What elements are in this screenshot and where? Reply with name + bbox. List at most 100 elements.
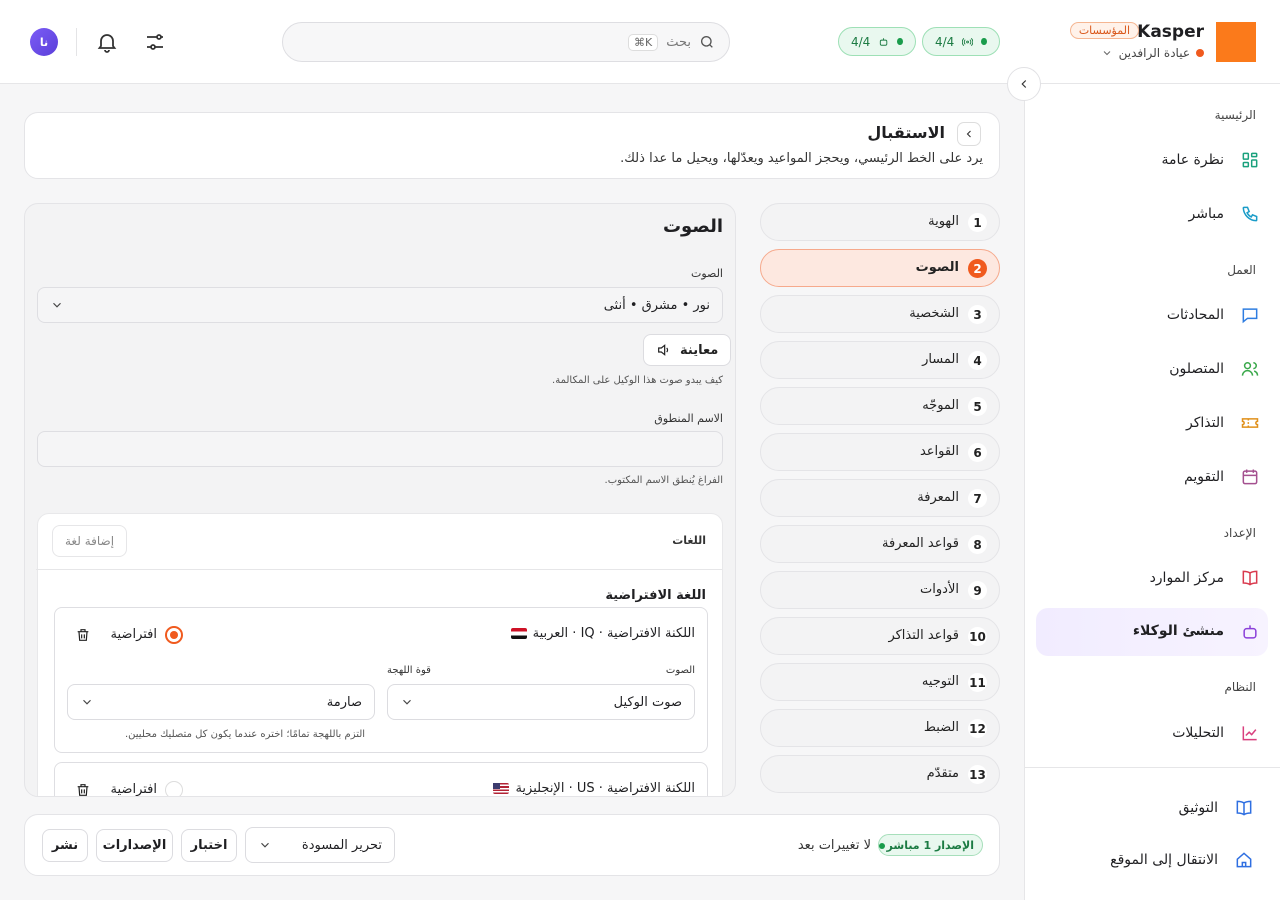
sidebar-item-docs[interactable]: التوثيق (1036, 786, 1268, 830)
row-voice-label: الصوت (665, 665, 695, 676)
plan-badge: المؤسسات (1069, 22, 1139, 39)
agents-stat[interactable]: 4/4 (838, 27, 916, 56)
preview-label: معاينة (680, 342, 719, 358)
notifications-button[interactable] (95, 30, 119, 54)
sidebar-item-live[interactable]: مباشر (1036, 192, 1268, 236)
sidebar-item-label: المتصلون (1169, 361, 1224, 377)
brand-logo[interactable] (1216, 22, 1256, 62)
step-label: الهوية (928, 214, 959, 229)
default-label: افتراضية (110, 627, 157, 642)
sidebar-item-label: التقويم (1184, 469, 1224, 485)
step-label: الأدوات (920, 582, 959, 597)
bell-icon (97, 34, 117, 53)
step-voice[interactable]: 2 الصوت (760, 249, 1000, 287)
home-icon (1236, 852, 1252, 868)
trash-icon[interactable] (75, 627, 91, 643)
voice-select[interactable]: نور • مشرق • أنثى (37, 287, 723, 323)
step-tools[interactable]: 9 الأدوات (760, 571, 1000, 609)
book-icon (1242, 570, 1258, 586)
row-voice-select[interactable]: صوت الوكيل (387, 684, 695, 720)
sidebar-item-label: منشئ الوكلاء (1132, 623, 1224, 639)
step-rules[interactable]: 6 القواعد (760, 433, 1000, 471)
language-name-text: اللكنة الافتراضية · US · الإنجليزية (515, 781, 695, 796)
step-number: 7 (968, 489, 987, 508)
step-number: 11 (968, 673, 987, 692)
step-label: الصوت (915, 260, 959, 275)
accent-strength-select[interactable]: صارمة (67, 684, 375, 720)
spoken-name-hint: الفراغ يُنطق الاسم المكتوب. (604, 475, 723, 486)
step-path[interactable]: 4 المسار (760, 341, 1000, 379)
step-personality[interactable]: 3 الشخصية (760, 295, 1000, 333)
language-name: اللكنة الافتراضية · IQ · العربية (510, 626, 695, 641)
step-label: الضبط (923, 720, 959, 735)
publish-button[interactable]: نشر (42, 829, 88, 862)
preview-button[interactable]: معاينة (643, 334, 732, 366)
sidebar-item-resources[interactable]: مركز الموارد (1036, 556, 1268, 600)
default-radio[interactable] (165, 626, 183, 644)
row-voice-value: صوت الوكيل (613, 694, 682, 710)
step-identity[interactable]: 1 الهوية (760, 203, 1000, 241)
language-row: اللكنة الافتراضية · IQ · العربية افتراضي… (54, 607, 708, 753)
versions-button[interactable]: الإصدارات (96, 829, 173, 862)
publish-bar: الإصدار 1 مباشر لا تغييرات بعد تحرير الم… (24, 814, 1000, 876)
sidebar-item-conversations[interactable]: المحادثات (1036, 293, 1268, 337)
step-ticket-rules[interactable]: 10 قواعد التذاكر (760, 617, 1000, 655)
chevron-down-icon (403, 699, 411, 705)
add-language-button[interactable]: إضافة لغة (52, 525, 128, 557)
ticket-icon (1241, 418, 1259, 428)
sidebar-item-tickets[interactable]: التذاكر (1036, 401, 1268, 445)
status-dot (981, 38, 987, 45)
section-setup: الإعداد (1223, 526, 1256, 540)
antenna-icon (962, 37, 974, 46)
sidebar-item-label: الانتقال إلى الموقع (1110, 852, 1218, 868)
workspace-name: عيادة الرافدين (1118, 46, 1190, 60)
workspace-switcher[interactable]: عيادة الرافدين (1101, 46, 1204, 60)
filters-button[interactable] (143, 30, 167, 54)
voice-field-label: الصوت (691, 267, 723, 280)
sidebar-item-agent-builder[interactable]: منشئ الوكلاء (1036, 608, 1268, 656)
step-prompt[interactable]: 5 الموجّه (760, 387, 1000, 425)
step-tuning[interactable]: 12 الضبط (760, 709, 1000, 747)
step-number: 13 (968, 765, 987, 784)
step-label: المعرفة (917, 490, 959, 505)
divider (1024, 767, 1280, 768)
draft-select-value: تحرير المسودة (301, 837, 382, 853)
step-knowledge-bases[interactable]: 8 قواعد المعرفة (760, 525, 1000, 563)
step-label: الشخصية (909, 306, 959, 321)
step-advanced[interactable]: 13 متقدّم (760, 755, 1000, 793)
step-knowledge[interactable]: 7 المعرفة (760, 479, 1000, 517)
search-bar[interactable]: بحث ⌘K (282, 22, 730, 62)
accent-strength-label: قوة اللهجة (387, 665, 431, 676)
sidebar-item-label: نظرة عامة (1161, 152, 1224, 168)
voice-panel: الصوت الصوت نور • مشرق • أنثى معاينة كيف… (24, 203, 736, 797)
step-routing[interactable]: 11 التوجيه (760, 663, 1000, 701)
accent-strength-value: صارمة (326, 694, 362, 710)
chevron-down-icon (53, 302, 61, 308)
section-main: الرئيسية (1214, 108, 1256, 122)
sidebar-item-go-to-site[interactable]: الانتقال إلى الموقع (1036, 838, 1268, 882)
test-button[interactable]: اختبار (181, 829, 237, 862)
default-radio[interactable] (165, 781, 183, 796)
spoken-name-input[interactable] (37, 431, 723, 467)
step-number: 6 (968, 443, 987, 462)
language-name: اللكنة الافتراضية · US · الإنجليزية (493, 781, 695, 796)
collapse-sidebar-button[interactable] (1007, 67, 1041, 101)
phone-icon (1242, 206, 1258, 222)
sidebar-item-analytics[interactable]: التحليلات (1036, 711, 1268, 755)
chevron-down-icon (1103, 51, 1111, 56)
user-avatar[interactable]: نا (30, 28, 58, 56)
trash-icon[interactable] (75, 782, 91, 797)
sidebar-item-calendar[interactable]: التقويم (1036, 455, 1268, 499)
sidebar-item-callers[interactable]: المتصلون (1036, 347, 1268, 391)
back-button[interactable] (957, 122, 981, 146)
stat-value: 4/4 (851, 34, 871, 49)
docs-icon (1236, 800, 1252, 816)
section-system: النظام (1224, 680, 1256, 694)
step-number: 4 (968, 351, 987, 370)
draft-select[interactable]: تحرير المسودة (245, 827, 395, 863)
live-lines-stat[interactable]: 4/4 (922, 27, 1000, 56)
step-label: القواعد (919, 444, 959, 459)
version-badge: الإصدار 1 مباشر (877, 834, 983, 856)
step-number: 3 (968, 305, 987, 324)
sidebar-item-overview[interactable]: نظرة عامة (1036, 138, 1268, 182)
